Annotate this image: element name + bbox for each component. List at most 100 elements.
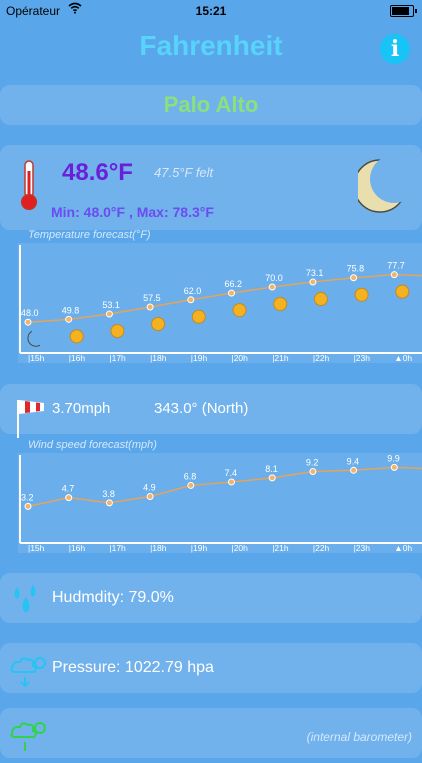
- tick-label: |20h: [232, 353, 249, 363]
- moon-icon: [27, 330, 41, 347]
- barometer-card: (internal barometer): [0, 708, 422, 758]
- tick-label: ▲0h: [394, 353, 412, 363]
- data-label: 7.4: [225, 468, 238, 478]
- data-point: [228, 478, 235, 486]
- battery-icon: [390, 5, 417, 17]
- data-point: [187, 296, 195, 304]
- info-button[interactable]: i: [380, 34, 410, 64]
- current-temperature: 48.6°F: [62, 159, 133, 186]
- tick-label: |23h: [354, 353, 371, 363]
- current-temperature-card: 48.6°F 47.5°F felt Min: 48.0°F , Max: 78…: [0, 145, 422, 230]
- sun-icon: [273, 297, 288, 311]
- sun-icon: [232, 303, 247, 318]
- data-point: [350, 466, 358, 474]
- wind-card: 3.70mph 343.0° (North): [0, 384, 422, 438]
- data-point: [228, 289, 235, 297]
- data-label: 8.1: [265, 464, 278, 474]
- tick-label: |18h: [150, 353, 167, 363]
- data-point: [309, 278, 317, 286]
- tick-label: |16h: [69, 353, 86, 363]
- humidity-drops-icon: [8, 583, 44, 622]
- data-label: 62.0: [184, 286, 202, 296]
- pressure-cloud-icon: [8, 653, 48, 698]
- data-point: [390, 271, 398, 279]
- data-point: [146, 492, 154, 500]
- city-card[interactable]: Palo Alto: [0, 85, 422, 125]
- tick-label: |15h: [28, 353, 45, 363]
- data-point: [350, 274, 358, 282]
- data-point: [187, 481, 195, 489]
- data-label: 73.1: [306, 268, 324, 278]
- data-label: 66.2: [225, 279, 243, 289]
- tick-label: |22h: [313, 353, 330, 363]
- data-point: [65, 315, 73, 323]
- pressure-value: Pressure: 1022.79 hpa: [52, 659, 214, 676]
- data-label: 75.8: [347, 264, 365, 274]
- sun-icon: [313, 292, 328, 307]
- data-label: 9.9: [387, 453, 400, 463]
- sun-icon: [151, 317, 166, 331]
- windsock-icon: [14, 396, 46, 445]
- temperature-forecast-chart: 48.0 |15h 49.8 |16h 53.1 |17h 57.5 |18h 62.0 |19h…: [19, 245, 422, 363]
- tick-label: |19h: [191, 353, 208, 363]
- tick-label: |21h: [272, 353, 289, 363]
- data-label: 9.2: [306, 457, 319, 467]
- data-label: 4.7: [62, 484, 75, 494]
- min-max-temperature: Min: 48.0°F , Max: 78.3°F: [51, 204, 214, 220]
- wind-chart-title: Wind speed forecast(mph): [28, 439, 157, 451]
- moon-icon: [353, 157, 407, 220]
- felt-temperature: 47.5°F felt: [154, 165, 214, 180]
- tick-label: |15h: [28, 543, 45, 553]
- data-label: 3.2: [21, 492, 34, 502]
- data-label: 4.9: [143, 482, 156, 492]
- data-point: [24, 318, 32, 326]
- sun-icon: [110, 324, 125, 339]
- sun-icon: [191, 309, 206, 324]
- barometer-icon: [8, 718, 48, 763]
- data-point: [105, 310, 113, 318]
- data-point: [146, 303, 154, 311]
- data-label: 3.8: [102, 489, 115, 499]
- city-name: Palo Alto: [163, 92, 259, 117]
- data-label: 70.0: [265, 273, 283, 283]
- thermometer-icon: [18, 159, 40, 216]
- tick-label: |18h: [150, 543, 167, 553]
- tick-label: |16h: [69, 543, 86, 553]
- data-point: [268, 474, 276, 482]
- pressure-card: Pressure: 1022.79 hpa: [0, 643, 422, 693]
- tick-label: |17h: [109, 353, 126, 363]
- data-label: 48.0: [21, 308, 39, 318]
- wind-direction: 343.0° (North): [154, 400, 249, 417]
- wind-speed: 3.70mph: [52, 400, 111, 417]
- tick-label: |22h: [313, 543, 330, 553]
- sun-icon: [69, 329, 84, 344]
- data-label: 57.5: [143, 293, 161, 303]
- data-label: 49.8: [62, 305, 80, 315]
- humidity-value: Hudmdity: 79.0%: [52, 589, 174, 606]
- status-time: 15:21: [195, 4, 227, 18]
- wind-forecast-chart: 3.2 |15h 4.7 |16h 3.8 |17h 4.9 |18h 6.8 |19h 7.4 |2…: [19, 453, 422, 553]
- app-title: Fahrenheit: [139, 30, 283, 61]
- tick-label: |19h: [191, 543, 208, 553]
- data-point: [65, 494, 73, 502]
- tick-label: |21h: [272, 543, 289, 553]
- sun-icon: [354, 287, 369, 302]
- data-label: 77.7: [387, 261, 405, 271]
- data-point: [309, 467, 317, 475]
- humidity-card: Hudmdity: 79.0%: [0, 573, 422, 623]
- data-point: [268, 283, 276, 291]
- tick-label: |17h: [109, 543, 126, 553]
- data-point: [105, 499, 113, 507]
- status-bar: Opérateur 15:21: [0, 0, 422, 22]
- data-label: 6.8: [184, 471, 197, 481]
- tick-label: |23h: [354, 543, 371, 553]
- data-label: 53.1: [102, 300, 120, 310]
- data-point: [24, 502, 32, 510]
- tick-label: |20h: [232, 543, 249, 553]
- data-point: [390, 463, 398, 471]
- data-label: 9.4: [347, 456, 360, 466]
- tick-label: ▲0h: [394, 543, 412, 553]
- barometer-note: (internal barometer): [306, 730, 412, 744]
- sun-icon: [395, 284, 410, 299]
- temperature-chart-title: Temperature forecast(°F): [28, 229, 151, 241]
